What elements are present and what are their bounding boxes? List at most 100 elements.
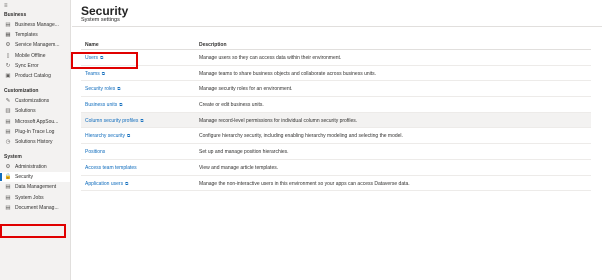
open-external-icon: ⧉ [117,86,121,92]
data-management-icon: ▤ [5,184,11,191]
setting-link-label: Application users [85,180,124,187]
highlight-users-link [71,52,138,69]
sidebar-nav: Business ▤ Business Manage... ▦ Templates ⚙ Se… [0,11,70,213]
sidebar-item-plug-in-trace-log[interactable]: ▤ Plug-In Trace Log [0,127,70,137]
sidebar-item-service-managem[interactable]: ⚙ Service Managem... [0,40,70,50]
highlight-security-nav [0,224,66,238]
sidebar-item-system-jobs[interactable]: ▤ System Jobs [0,193,70,203]
sidebar-item-label: Administration [15,164,47,171]
document-management-icon: ▤ [5,204,11,211]
setting-link[interactable]: Access team templates [85,165,137,171]
business-management-icon: ▤ [5,22,11,28]
sidebar-item-administration[interactable]: ⚙ Administration [0,162,70,172]
templates-icon: ▦ [5,32,11,39]
open-external-icon: ⧉ [125,180,129,186]
table-body: Users ⧉ Manage users so they can access da… [81,50,591,192]
setting-link[interactable]: Column security profiles ⧉ [85,118,144,124]
sidebar-item-solutions[interactable]: ▥ Solutions [0,106,70,116]
column-header-name[interactable]: Name [85,42,99,48]
setting-link[interactable]: Business units ⧉ [85,102,122,108]
sidebar-item-customizations[interactable]: ✎ Customizations [0,96,70,106]
setting-description: Create or edit business units. [199,102,264,109]
column-header-description: Description [199,42,227,48]
sync-error-icon: ↻ [5,62,11,69]
product-catalog-icon: ▣ [5,72,11,79]
setting-link-label: Teams [85,70,100,77]
sidebar-section-header: System [4,154,22,161]
setting-description: View and manage article templates. [199,164,279,171]
security-settings-table: Name Description Users ⧉ Manage users so t… [81,40,591,192]
appsource-icon: ▤ [5,118,11,125]
table-row: Positions Set up and manage position hier… [81,144,591,160]
sidebar-item-label: Mobile Offline [15,52,46,59]
sidebar-item-product-catalog[interactable]: ▣ Product Catalog [0,71,70,81]
sidebar-item-label: System Jobs [15,194,44,201]
table-row: Security roles ⧉ Manage security roles for… [81,81,591,98]
mobile-offline-icon: ▯ [6,52,10,59]
sidebar-item-data-management[interactable]: ▤ Data Management [0,182,70,192]
administration-icon: ⚙ [5,164,11,171]
sidebar-item-templates[interactable]: ▦ Templates [0,30,70,40]
setting-description: Configure hierarchy security, including … [199,133,403,140]
sidebar-item-business-manage[interactable]: ▤ Business Manage... [0,20,70,30]
setting-description: Manage the non-interactive users in this… [199,180,410,187]
sidebar-item-microsoft-appsou[interactable]: ▤ Microsoft AppSou... [0,117,70,127]
table-row: Hierarchy security ⧉ Configure hierarchy s… [81,128,591,145]
sidebar-item-label: Plug-In Trace Log [15,128,55,135]
open-external-icon: ⧉ [101,70,105,76]
sidebar-item-sync-error[interactable]: ↻ Sync Error [0,61,70,71]
setting-description: Manage security roles for an environment… [199,86,293,93]
sidebar-item-label: Microsoft AppSou... [15,118,59,125]
setting-link[interactable]: Positions [85,149,105,155]
setting-link-label: Business units [85,102,118,109]
trace-log-icon: ▤ [5,128,11,135]
setting-link[interactable]: Application users ⧉ [85,181,128,187]
sidebar-item-label: Templates [15,32,38,39]
customizations-icon: ✎ [5,98,11,105]
sidebar-item-solutions-history[interactable]: ◷ Solutions History [0,137,70,147]
setting-link-label: Security roles [85,86,116,93]
sidebar-item-document-manag[interactable]: ▤ Document Manag... [0,203,70,213]
setting-link[interactable]: Security roles ⧉ [85,86,121,92]
page-title: Security [81,4,129,18]
setting-description: Manage users so they can access data wit… [199,55,342,61]
sidebar-item-label: Security [15,174,34,181]
sidebar-item-label: Sync Error [15,62,39,69]
open-external-icon: ⧉ [119,102,123,108]
sidebar-item-label: Document Manag... [15,204,59,211]
sidebar-section-header: Customization [4,88,39,95]
table-header: Name Description [81,40,591,50]
setting-link[interactable]: Hierarchy security ⧉ [85,133,130,139]
sidebar-item-label: Data Management [15,184,57,191]
sidebar-top: ≡ [0,0,70,11]
sidebar-section-header: Business [4,12,27,18]
sidebar-item-label: Business Manage... [15,22,59,28]
table-row: Users ⧉ Manage users so they can access da… [81,50,591,66]
setting-description: Manage record-level permissions for indi… [199,117,358,124]
table-row: Access team templates View and manage art… [81,160,591,176]
table-row: Application users ⧉ Manage the non-interac… [81,176,591,192]
solutions-history-icon: ◷ [5,138,11,145]
setting-link-label: Positions [85,149,106,156]
settings-sidebar: ≡ Business ▤ Business Manage... ▦ Templates ⚙… [0,0,71,280]
solutions-icon: ▥ [5,108,11,115]
setting-link-label: Column security profiles [85,117,139,124]
hamburger-icon[interactable]: ≡ [4,3,8,9]
sidebar-item-mobile-offline[interactable]: ▯ Mobile Offline [0,51,70,61]
setting-link-label: Hierarchy security [85,133,126,140]
setting-link[interactable]: Teams ⧉ [85,71,105,77]
setting-description: Manage teams to share business objects a… [199,70,377,77]
setting-description: Set up and manage position hierarchies. [199,149,289,156]
page-header: Security System settings [72,0,602,27]
main-content: Security System settings Name Descriptio… [72,0,602,280]
sidebar-item-label: Customizations [15,98,50,105]
security-icon: 🔒 [4,174,12,181]
service-management-icon: ⚙ [5,42,11,49]
table-row: Teams ⧉ Manage teams to share business obj… [81,66,591,82]
open-external-icon: ⧉ [127,133,131,139]
sidebar-item-security[interactable]: 🔒 Security [0,172,70,183]
sidebar-item-label: Service Managem... [15,42,60,49]
page-subtitle: System settings [81,17,120,23]
open-external-icon: ⧉ [140,117,144,123]
sidebar-item-label: Solutions [15,108,36,115]
